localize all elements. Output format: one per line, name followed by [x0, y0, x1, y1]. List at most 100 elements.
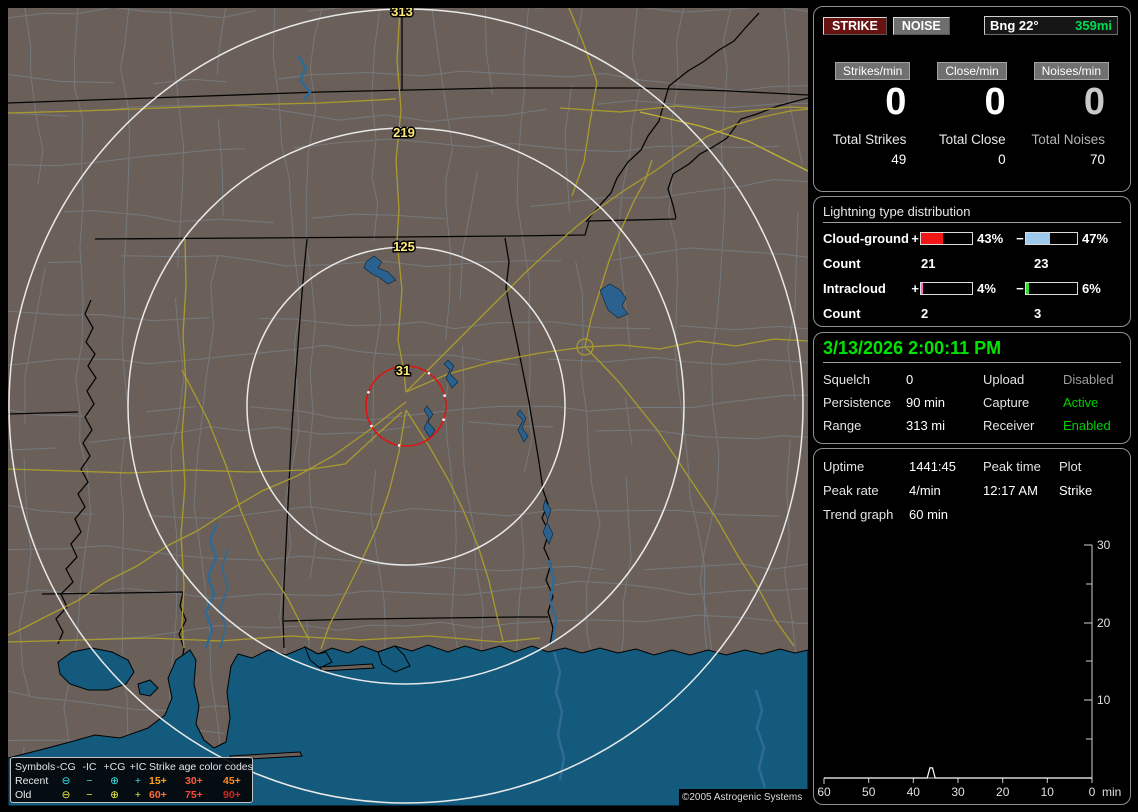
upload-value: Disabled [1063, 372, 1114, 387]
total-noises-label: Total Noises [1031, 132, 1105, 147]
cg-negative-bar [1024, 232, 1079, 245]
plus-sign: + [911, 231, 919, 246]
age-90: 90+ [223, 789, 241, 801]
total-noises-value: 70 [1089, 152, 1105, 167]
ring-label-313: 313 [391, 8, 413, 19]
total-strikes-value: 49 [891, 152, 907, 167]
strike-toggle-button[interactable]: STRIKE [823, 16, 887, 35]
close-rate-value: 0 [984, 81, 1006, 123]
noises-rate-value: 0 [1083, 81, 1105, 123]
cg-positive-pct: 43% [977, 231, 1004, 246]
legend-col-pos-ic: +IC [129, 761, 147, 773]
age-15: 15+ [149, 775, 167, 787]
cg-positive-bar-fill [920, 233, 943, 244]
divider [823, 362, 1121, 363]
ic-positive-bar-fill [920, 283, 923, 294]
recent-neg-ic-icon: − [86, 775, 93, 787]
minus-sign: − [1016, 281, 1024, 296]
upload-label: Upload [983, 372, 1025, 387]
squelch-label: Squelch [823, 372, 870, 387]
ring-label-125: 125 [393, 239, 415, 254]
bearing-distance-display: Bng 22° 359mi [984, 16, 1118, 35]
trend-line [824, 767, 1092, 779]
x-tick-60: 60 [817, 785, 831, 799]
ic-positive-bar [919, 282, 974, 295]
y-tick-20: 20 [1097, 616, 1111, 630]
cg-negative-count: 23 [1034, 256, 1049, 271]
legend-age-title: Strike age color codes [149, 761, 253, 773]
cg-positive-bar [919, 232, 974, 245]
copyright: ©2005 Astrogenic Systems [679, 789, 809, 807]
x-tick-40: 40 [907, 785, 921, 799]
y-tick-30: 30 [1097, 538, 1111, 552]
datetime-display: 3/13/2026 2:00:11 PM [823, 338, 1002, 358]
count-label: Count [823, 256, 861, 271]
cg-positive-count: 21 [921, 256, 936, 271]
noises-per-min-chip: Noises/min [1033, 62, 1109, 80]
ic-positive-count: 2 [921, 306, 929, 321]
minus-sign: − [1016, 231, 1024, 246]
old-pos-cg-icon: ⊕ [110, 789, 119, 801]
old-pos-ic-icon: + [134, 789, 142, 801]
range-value: 313 mi [906, 418, 946, 433]
distance-value: 359mi [1075, 18, 1112, 33]
cg-negative-bar-fill [1025, 233, 1050, 244]
noise-toggle-button[interactable]: NOISE [892, 16, 950, 35]
total-close-label: Total Close [938, 132, 1006, 147]
strikes-per-min-chip: Strikes/min [834, 62, 911, 80]
legend-col-pos-cg: +CG [103, 761, 126, 773]
legend-col-neg-ic: -IC [82, 761, 97, 773]
ic-negative-count: 3 [1034, 306, 1042, 321]
lightning-map[interactable]: 313 219 125 31 [8, 8, 808, 806]
recent-pos-ic-icon: + [134, 775, 142, 787]
old-neg-ic-icon: − [86, 789, 93, 801]
legend-row-recent-label: Recent [15, 775, 49, 787]
ring-label-31: 31 [396, 363, 410, 378]
age-60: 60+ [149, 789, 167, 801]
total-close-value: 0 [998, 152, 1006, 167]
x-tick-20: 20 [996, 785, 1010, 799]
intracloud-label: Intracloud [823, 281, 886, 296]
app-window: 313 219 125 31 Symbols -CG -IC +CG +IC S… [0, 0, 1138, 812]
range-label: Range [823, 418, 862, 433]
age-45: 45+ [223, 775, 241, 787]
persistence-label: Persistence [823, 395, 891, 410]
cloud-ground-label: Cloud-ground [823, 231, 909, 246]
ic-negative-pct: 6% [1082, 281, 1101, 296]
cg-negative-pct: 47% [1082, 231, 1109, 246]
legend-row-old-label: Old [15, 789, 32, 801]
capture-label: Capture [983, 395, 1030, 410]
counters-panel: STRIKE NOISE Bng 22° 359mi Strikes/min C… [813, 6, 1131, 192]
old-neg-cg-icon: ⊖ [61, 789, 71, 801]
bearing-value: Bng 22° [990, 18, 1039, 33]
status-panel: 3/13/2026 2:00:11 PM Squelch 0 Upload Di… [813, 332, 1131, 444]
recent-pos-cg-icon: ⊕ [110, 775, 119, 787]
total-strikes-label: Total Strikes [832, 132, 907, 147]
distribution-panel: Lightning type distribution Cloud-ground… [813, 196, 1131, 327]
recent-neg-cg-icon: ⊖ [61, 775, 71, 787]
legend-symbols-header: Symbols [15, 761, 56, 773]
age-75: 75+ [185, 789, 203, 801]
distribution-title: Lightning type distribution [823, 204, 971, 219]
trend-chart: 30 20 10 60 50 40 30 20 10 0 min [817, 538, 1121, 799]
legend-col-neg-cg: -CG [56, 761, 76, 773]
x-tick-0: 0 [1089, 785, 1096, 799]
squelch-value: 0 [906, 372, 914, 387]
trend-panel: Uptime 1441:45 Peak time Plot Peak rate … [813, 448, 1131, 805]
x-tick-10: 10 [1041, 785, 1055, 799]
capture-value: Active [1063, 395, 1099, 410]
ic-negative-bar-fill [1025, 283, 1029, 294]
strikes-rate-value: 0 [885, 81, 907, 123]
persistence-value: 90 min [906, 395, 946, 410]
receiver-label: Receiver [983, 418, 1035, 433]
x-unit-label: min [1102, 785, 1121, 799]
y-tick-10: 10 [1097, 693, 1111, 707]
ic-negative-bar [1024, 282, 1079, 295]
receiver-value: Enabled [1063, 418, 1111, 433]
x-tick-30: 30 [951, 785, 965, 799]
age-30: 30+ [185, 775, 203, 787]
ic-positive-pct: 4% [977, 281, 996, 296]
ring-label-219: 219 [393, 125, 415, 140]
plus-sign: + [911, 281, 919, 296]
close-per-min-chip: Close/min [937, 62, 1007, 80]
